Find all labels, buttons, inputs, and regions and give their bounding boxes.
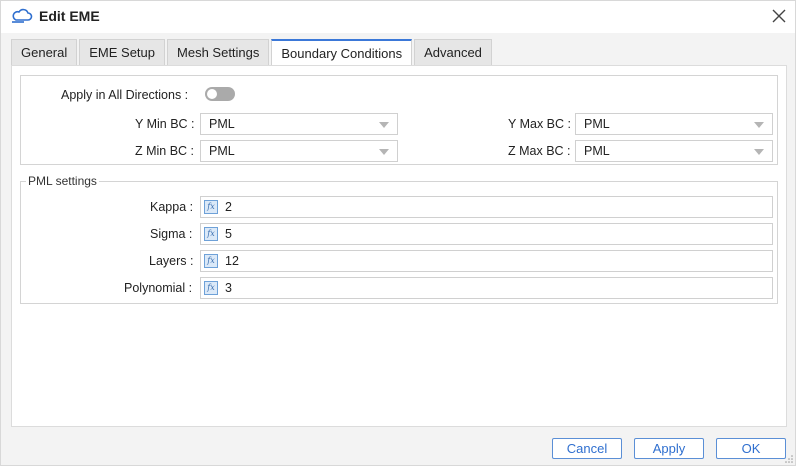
tab-general[interactable]: General <box>11 39 78 66</box>
z-min-bc-select[interactable]: PML <box>200 140 398 162</box>
dialog-title: Edit EME <box>39 8 100 24</box>
sigma-label: Sigma : <box>150 227 193 241</box>
y-max-bc-select[interactable]: PML <box>575 113 773 135</box>
chevron-down-icon <box>379 122 389 128</box>
tab-boundary-conditions[interactable]: Boundary Conditions <box>271 39 413 66</box>
ok-button[interactable]: OK <box>716 438 786 459</box>
polynomial-field[interactable]: fx 3 <box>200 277 773 299</box>
z-min-bc-label: Z Min BC : <box>135 144 195 158</box>
z-min-bc-value: PML <box>209 144 235 158</box>
y-max-bc-value: PML <box>584 117 610 131</box>
cancel-button[interactable]: Cancel <box>552 438 622 459</box>
chevron-down-icon <box>754 149 764 155</box>
y-min-bc-label: Y Min BC : <box>135 117 195 131</box>
edit-eme-dialog: Edit EME General EME Setup Mesh Settings… <box>0 0 796 466</box>
pml-settings-group: PML settings Kappa : fx 2 Sigma : fx 5 L… <box>20 174 778 304</box>
layers-field[interactable]: fx 12 <box>200 250 773 272</box>
apply-button[interactable]: Apply <box>634 438 704 459</box>
title-bar: Edit EME <box>1 1 795 33</box>
y-min-bc-select[interactable]: PML <box>200 113 398 135</box>
cloud-icon <box>12 8 33 23</box>
fx-icon[interactable]: fx <box>204 200 218 214</box>
toggle-knob <box>207 89 217 99</box>
pml-settings-legend: PML settings <box>26 174 99 188</box>
chevron-down-icon <box>754 122 764 128</box>
fx-icon[interactable]: fx <box>204 227 218 241</box>
fx-icon[interactable]: fx <box>204 281 218 295</box>
z-max-bc-select[interactable]: PML <box>575 140 773 162</box>
polynomial-label: Polynomial : <box>124 281 193 295</box>
tab-mesh-settings[interactable]: Mesh Settings <box>167 39 270 66</box>
close-icon[interactable] <box>769 6 789 26</box>
chevron-down-icon <box>379 149 389 155</box>
apply-all-label: Apply in All Directions : <box>61 88 189 102</box>
polynomial-value: 3 <box>225 281 232 295</box>
kappa-value: 2 <box>225 200 232 214</box>
kappa-label: Kappa : <box>150 200 194 214</box>
boundary-group: Apply in All Directions : Y Min BC : PML… <box>20 75 778 165</box>
y-max-bc-label: Y Max BC : <box>508 117 571 131</box>
layers-value: 12 <box>225 254 239 268</box>
z-max-bc-value: PML <box>584 144 610 158</box>
kappa-field[interactable]: fx 2 <box>200 196 773 218</box>
y-min-bc-value: PML <box>209 117 235 131</box>
fx-icon[interactable]: fx <box>204 254 218 268</box>
resize-grip-icon[interactable] <box>785 455 793 463</box>
tab-eme-setup[interactable]: EME Setup <box>79 39 166 66</box>
sigma-field[interactable]: fx 5 <box>200 223 773 245</box>
sigma-value: 5 <box>225 227 232 241</box>
z-max-bc-label: Z Max BC : <box>508 144 571 158</box>
tab-bar: General EME Setup Mesh Settings Boundary… <box>11 39 494 66</box>
layers-label: Layers : <box>149 254 194 268</box>
apply-all-toggle[interactable] <box>205 87 235 101</box>
boundary-conditions-panel: Apply in All Directions : Y Min BC : PML… <box>11 65 787 427</box>
tab-advanced[interactable]: Advanced <box>414 39 492 66</box>
